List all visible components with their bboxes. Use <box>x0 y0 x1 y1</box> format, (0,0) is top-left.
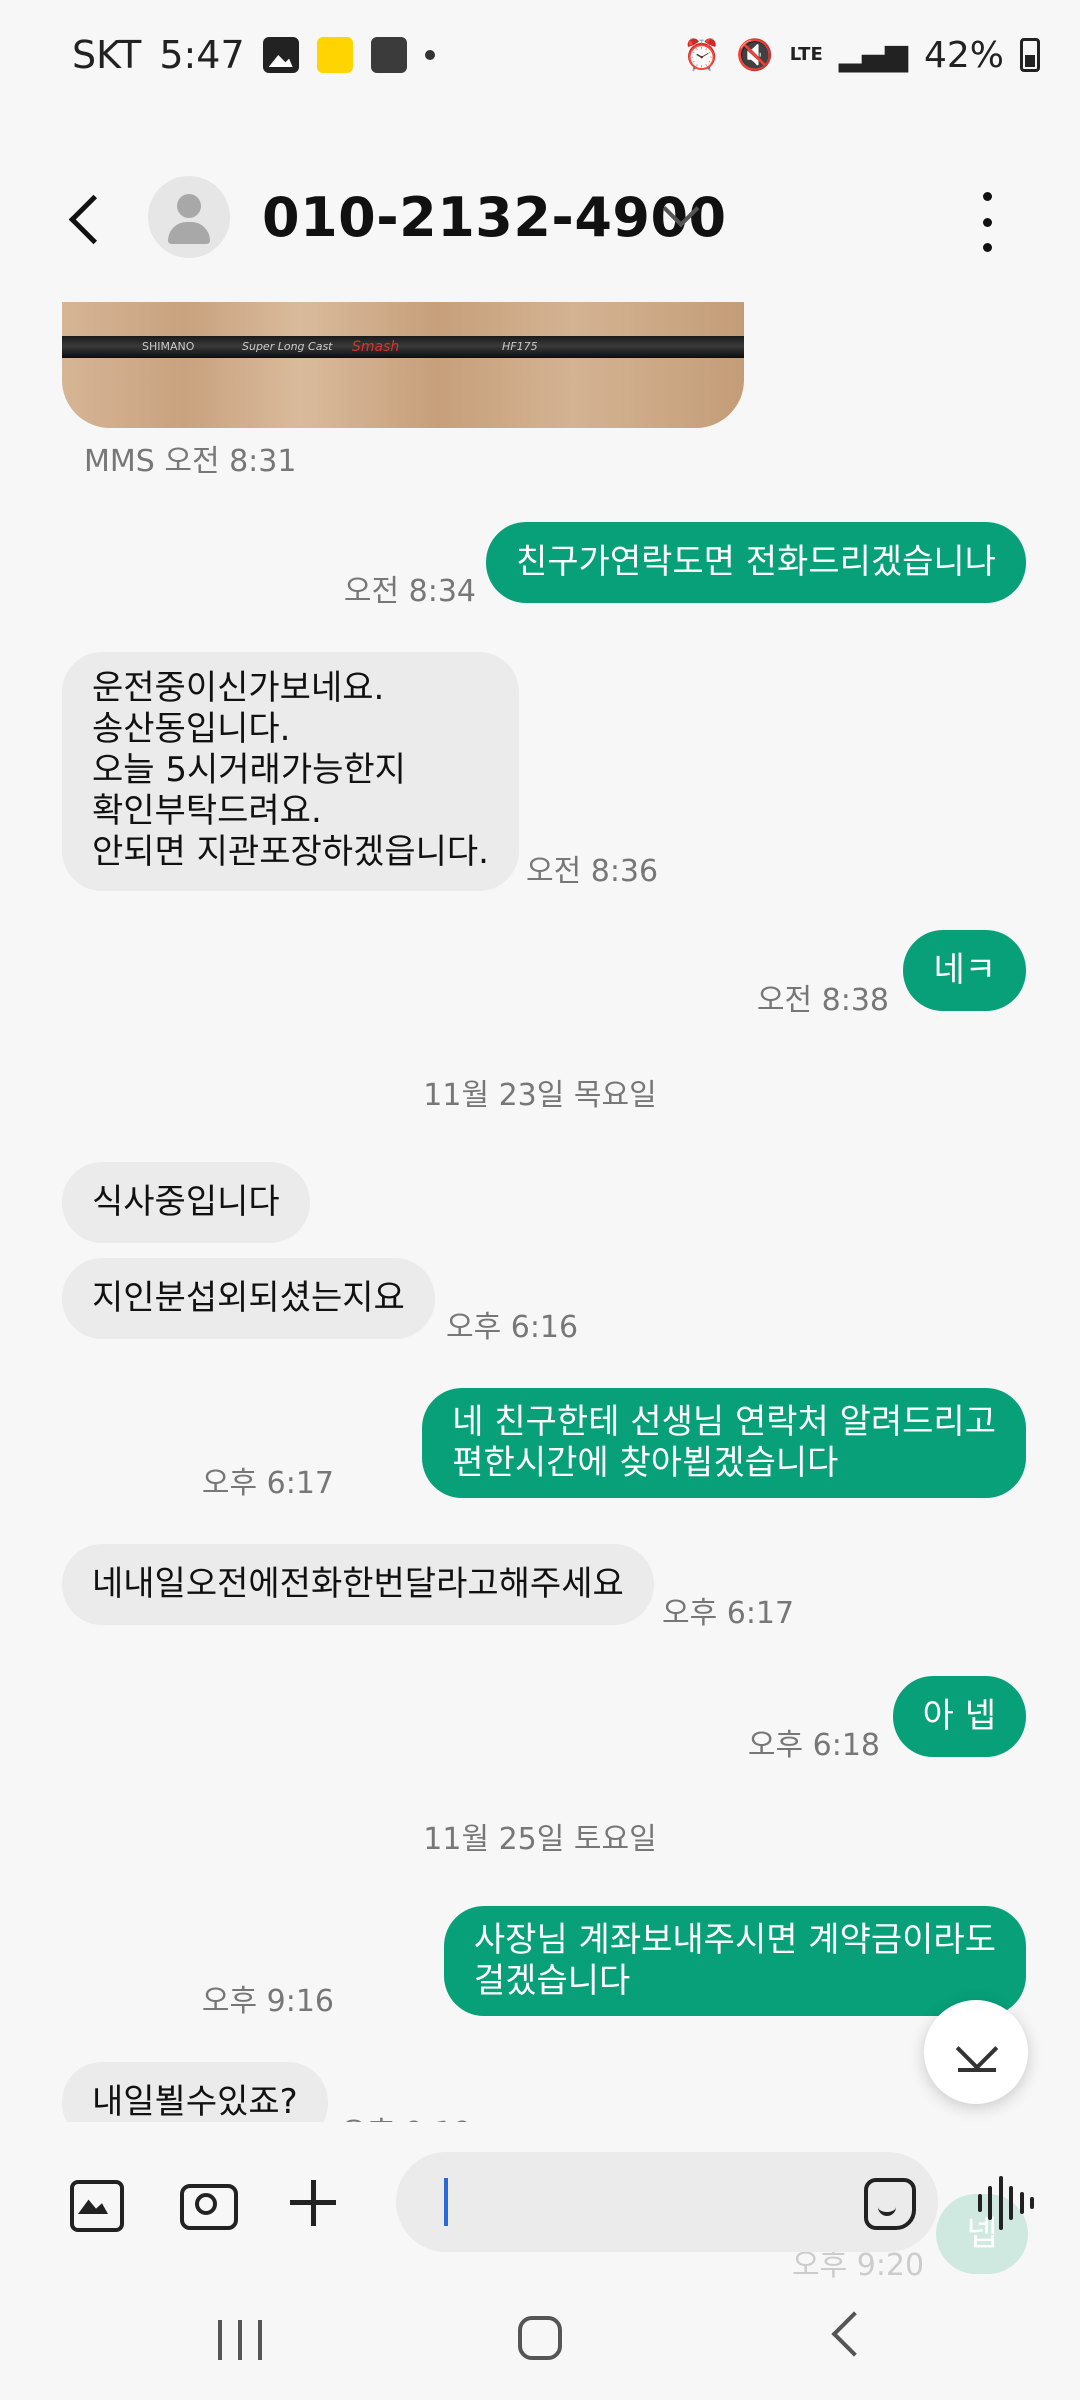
message-time: 오전 8:38 <box>756 983 889 1018</box>
rod-series-label: Smash <box>352 339 400 355</box>
text-cursor <box>444 2178 448 2226</box>
message-time: 오후 6:18 <box>747 1728 880 1763</box>
conversation-header: 010-2132-4900 <box>0 170 1080 270</box>
camera-button[interactable] <box>176 2172 238 2232</box>
battery-percent: 42% <box>923 34 1004 76</box>
battery-icon <box>1020 38 1040 72</box>
rod-code-label: HF175 <box>502 340 538 353</box>
carrier-label: SKT <box>72 33 142 77</box>
sticker-button[interactable] <box>860 2174 916 2230</box>
mms-image[interactable]: SHIMANO Super Long Cast Smash HF175 <box>62 302 744 428</box>
incoming-message[interactable]: 지인분섭외되셨는지요 <box>62 1258 435 1339</box>
message-time: 오후 6:17 <box>662 1596 795 1631</box>
message-time: 오후 9:19 <box>340 2108 472 2122</box>
message-time: 오전 8:34 <box>343 574 476 609</box>
incoming-message[interactable]: 운전중이신가보네요. 송산동입니다. 오늘 5시거래가능한지 확인부탁드려요. … <box>62 652 519 891</box>
outgoing-message[interactable]: 네 친구한테 선생님 연락처 알려드리고 편한시간에 찾아뵙겠습니다 <box>422 1388 1026 1498</box>
rod-model-label: Super Long Cast <box>242 340 333 353</box>
navigation-bar <box>0 2282 1080 2400</box>
gallery-button[interactable] <box>64 2172 124 2232</box>
nav-back-button[interactable] <box>831 2311 877 2357</box>
voice-record-button[interactable] <box>978 2176 1034 2230</box>
mute-icon: 🔇 <box>736 37 774 73</box>
lte-icon: LTE <box>789 44 823 65</box>
message-time: 오전 8:36 <box>526 854 659 889</box>
fishing-rod-photo: SHIMANO Super Long Cast Smash HF175 <box>62 336 744 358</box>
message-time: MMS 오전 8:31 <box>84 444 297 479</box>
attach-button[interactable] <box>284 2172 344 2232</box>
shopping-bag-icon <box>370 37 407 73</box>
incoming-message[interactable]: 식사중입니다 <box>62 1162 310 1243</box>
back-button[interactable] <box>58 190 118 250</box>
outgoing-message[interactable]: 친구가연락도면 전화드리겠습니나 <box>485 522 1026 603</box>
outgoing-message[interactable]: 아 넵 <box>892 1676 1026 1757</box>
message-time: 오후 9:16 <box>201 1984 334 2019</box>
date-separator: 11월 25일 토요일 <box>423 1822 657 1857</box>
status-bar: SKT 5:47 ⏰ 🔇 LTE ▂▄▆ 42% <box>0 0 1080 110</box>
message-time: 오후 6:16 <box>446 1310 579 1345</box>
notification-dot <box>424 50 435 60</box>
clock: 5:47 <box>159 33 245 77</box>
message-time: 오후 6:17 <box>201 1466 334 1501</box>
gallery-icon <box>262 37 299 73</box>
alarm-icon: ⏰ <box>682 37 721 73</box>
incoming-message[interactable]: 내일뵐수있죠? <box>62 2062 328 2122</box>
message-input[interactable] <box>396 2152 938 2252</box>
contact-name[interactable]: 010-2132-4900 <box>262 186 727 249</box>
message-list[interactable]: SHIMANO Super Long Cast Smash HF175 MMS … <box>0 302 1080 2122</box>
scroll-to-bottom-button[interactable] <box>924 2000 1028 2104</box>
kakao-icon <box>316 37 353 73</box>
compose-bar: 오후 9:20 넵 <box>0 2122 1080 2283</box>
incoming-message[interactable]: 네내일오전에전화한번달라고해주세요 <box>62 1544 654 1625</box>
outgoing-message[interactable]: 네ㅋ <box>903 930 1026 1011</box>
rod-brand-label: SHIMANO <box>142 340 195 353</box>
date-separator: 11월 23일 목요일 <box>423 1078 657 1113</box>
home-button[interactable] <box>518 2316 562 2360</box>
recent-apps-button[interactable] <box>218 2320 262 2360</box>
avatar[interactable] <box>148 176 230 258</box>
more-options-button[interactable] <box>975 192 999 252</box>
outgoing-message[interactable]: 사장님 계좌보내주시면 계약금이라도 걸겠습니다 <box>443 1906 1026 2016</box>
signal-icon: ▂▄▆ <box>838 37 908 73</box>
